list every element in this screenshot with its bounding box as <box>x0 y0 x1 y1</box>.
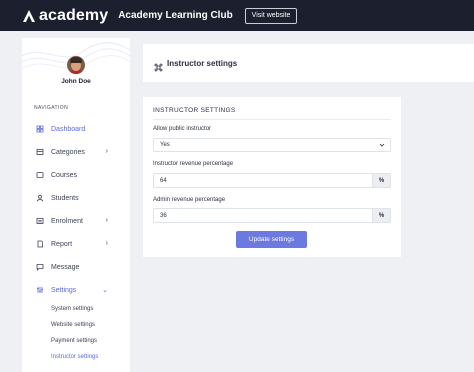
sidebar-subitem-payment-settings[interactable]: Payment settings <box>51 338 97 344</box>
sidebar-item-dashboard[interactable]: Dashboard <box>36 123 122 135</box>
logo-text: academy <box>39 6 109 24</box>
sidebar: John Doe NAVIGATION Dashboard Categories… <box>22 38 130 372</box>
divider <box>153 119 391 120</box>
chevron-down-icon: ⌄ <box>102 287 108 294</box>
sidebar-item-settings[interactable]: Settings ⌄ <box>36 284 122 296</box>
chevron-right-icon: › <box>105 217 108 224</box>
instructor-settings-form: INSTRUCTOR SETTINGS Allow public instruc… <box>143 97 401 257</box>
top-navbar: academy Academy Learning Club Visit webs… <box>0 0 474 31</box>
admin-revenue-group: 36 % <box>153 208 391 223</box>
instructor-revenue-label: Instructor revenue percentage <box>153 161 234 167</box>
instructor-revenue-group: 64 % <box>153 173 391 188</box>
settings-icon <box>36 286 44 294</box>
sidebar-subitem-website-settings[interactable]: Website settings <box>51 322 95 328</box>
form-title: INSTRUCTOR SETTINGS <box>153 107 236 114</box>
sidebar-item-courses[interactable]: Courses <box>36 169 122 181</box>
sidebar-item-label: Message <box>51 263 80 271</box>
sidebar-item-message[interactable]: Message <box>36 261 122 273</box>
sidebar-item-enrolment[interactable]: Enrolment › <box>36 215 122 227</box>
chevron-down-icon <box>379 142 385 150</box>
navigation-heading: NAVIGATION <box>34 105 69 111</box>
courses-icon <box>36 171 44 179</box>
enrolment-icon <box>36 217 44 225</box>
sidebar-item-label: Students <box>51 194 79 202</box>
sidebar-item-report[interactable]: Report › <box>36 238 122 250</box>
chevron-right-icon: › <box>105 240 108 247</box>
user-name: John Doe <box>61 78 91 85</box>
sidebar-item-label: Enrolment <box>51 217 83 225</box>
public-instructor-label: Allow public instructor <box>153 126 212 132</box>
categories-icon <box>36 148 44 156</box>
percent-addon: % <box>372 208 391 223</box>
message-icon <box>36 263 44 271</box>
instructor-revenue-input[interactable]: 64 <box>153 173 372 188</box>
sidebar-item-categories[interactable]: Categories › <box>36 146 122 158</box>
admin-revenue-label: Admin revenue percentage <box>153 197 226 203</box>
dashboard-icon <box>36 125 44 133</box>
academy-logo-icon <box>22 9 36 23</box>
sidebar-item-label: Categories <box>51 148 85 156</box>
page-title: Instructor settings <box>167 58 238 68</box>
chevron-right-icon: › <box>105 148 108 155</box>
sidebar-item-label: Settings <box>51 286 77 294</box>
public-instructor-select[interactable]: Yes <box>153 138 391 152</box>
sidebar-subitem-system-settings[interactable]: System settings <box>51 306 93 312</box>
sidebar-item-label: Dashboard <box>51 125 86 133</box>
page-header: Instructor settings <box>143 44 474 82</box>
academy-logo[interactable]: academy <box>22 7 108 25</box>
sidebar-item-label: Courses <box>51 171 78 179</box>
report-icon <box>36 240 44 248</box>
students-icon <box>36 194 44 202</box>
command-icon <box>154 59 163 71</box>
avatar[interactable] <box>67 56 85 74</box>
visit-website-button[interactable]: Visit website <box>244 7 298 24</box>
site-name: Academy Learning Club <box>118 10 233 21</box>
sidebar-item-students[interactable]: Students <box>36 192 122 204</box>
sidebar-subitem-instructor-settings[interactable]: Instructor settings <box>51 354 98 360</box>
sidebar-item-label: Report <box>51 240 73 248</box>
admin-revenue-input[interactable]: 36 <box>153 208 372 223</box>
public-instructor-value: Yes <box>160 142 170 148</box>
update-settings-button[interactable]: Update settings <box>236 231 307 248</box>
percent-addon: % <box>372 173 391 188</box>
